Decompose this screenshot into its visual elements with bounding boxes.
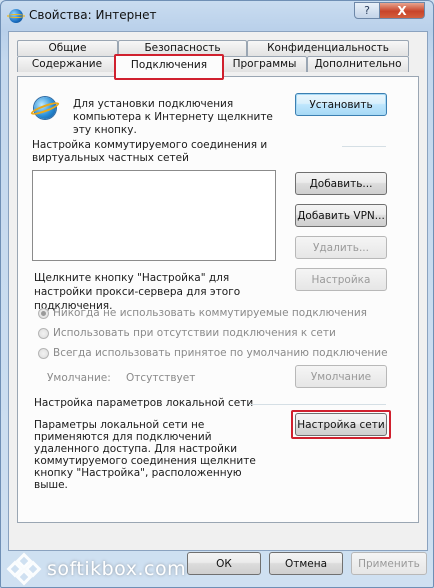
close-button[interactable]: X bbox=[379, 2, 425, 19]
tab-connections[interactable]: Подключения bbox=[115, 54, 223, 80]
tab-general[interactable]: Общие bbox=[17, 40, 118, 56]
remove-button[interactable]: Удалить... bbox=[295, 236, 387, 259]
radio-dial-when-no-network[interactable]: Использовать при отсутствии подключения … bbox=[38, 327, 336, 339]
group-divider bbox=[342, 146, 386, 147]
tab-privacy[interactable]: Конфиденциальность bbox=[247, 40, 409, 56]
radio-button[interactable] bbox=[38, 327, 49, 339]
site-watermark: softikbox.com bbox=[1, 549, 211, 587]
radio-button[interactable] bbox=[38, 347, 49, 359]
lan-settings-heading: Настройка параметров локальной сети bbox=[34, 397, 254, 409]
cancel-button[interactable]: Отмена bbox=[269, 552, 343, 575]
tab-advanced[interactable]: Дополнительно bbox=[307, 56, 409, 72]
dialup-connections-list[interactable] bbox=[32, 170, 276, 261]
window-title: Свойства: Интернет bbox=[29, 8, 157, 22]
setup-button[interactable]: Установить bbox=[295, 93, 387, 116]
radio-always-dial-default[interactable]: Всегда использовать принятое по умолчани… bbox=[38, 347, 388, 359]
set-default-button[interactable]: Умолчание bbox=[295, 365, 387, 388]
help-button[interactable]: ? bbox=[354, 2, 380, 19]
group-divider bbox=[249, 404, 386, 405]
dialup-vpn-heading: Настройка коммутируемого соединения и ви… bbox=[32, 139, 268, 164]
add-vpn-button[interactable]: Добавить VPN... bbox=[295, 204, 387, 227]
softikbox-logo-icon bbox=[6, 552, 43, 586]
tab-programs[interactable]: Программы bbox=[222, 56, 307, 72]
watermark-text: softikbox.com bbox=[47, 558, 187, 580]
add-button[interactable]: Добавить... bbox=[295, 172, 387, 195]
lan-settings-button[interactable]: Настройка сети bbox=[295, 413, 387, 436]
internet-explorer-icon bbox=[7, 9, 25, 23]
dialog-window: Свойства: Интернет ? X Общие Безопасност… bbox=[0, 0, 434, 588]
radio-label: Использовать при отсутствии подключения … bbox=[53, 327, 336, 339]
default-connection-value: Отсутствует bbox=[126, 372, 196, 384]
title-bar[interactable]: Свойства: Интернет ? X bbox=[1, 1, 433, 31]
apply-button[interactable]: Применить bbox=[351, 552, 427, 575]
tab-content[interactable]: Содержание bbox=[17, 56, 117, 72]
lan-settings-description: Параметры локальной сети не применяются … bbox=[34, 419, 256, 491]
radio-label: Никогда не использовать коммутируемые по… bbox=[53, 307, 367, 319]
internet-explorer-icon bbox=[34, 97, 56, 119]
radio-button[interactable] bbox=[38, 307, 49, 319]
default-connection-label: Умолчание: bbox=[47, 372, 111, 384]
radio-never-dial[interactable]: Никогда не использовать коммутируемые по… bbox=[38, 307, 367, 319]
radio-label: Всегда использовать принятое по умолчани… bbox=[53, 347, 388, 359]
setup-description: Для установки подключения компьютера к И… bbox=[73, 98, 273, 136]
settings-button[interactable]: Настройка bbox=[295, 268, 387, 291]
